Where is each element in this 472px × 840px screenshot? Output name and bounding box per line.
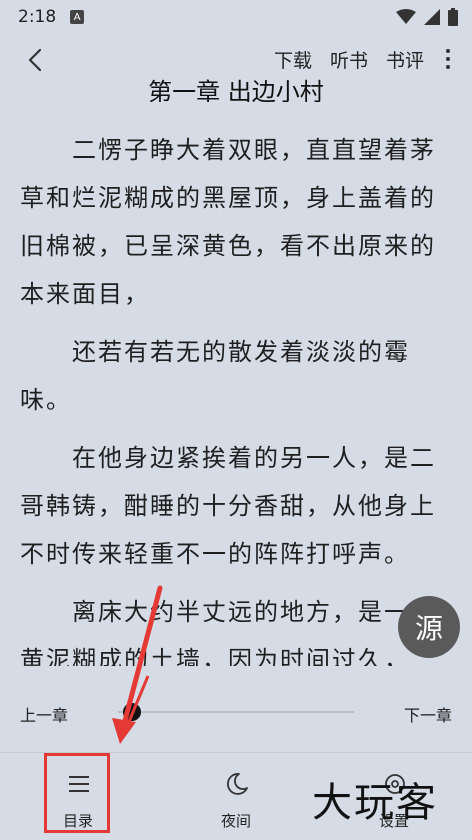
top-actions: 下载 听书 书评 <box>256 44 458 74</box>
reading-content: 二愣子睁大着双眼，直直望着茅草和烂泥糊成的黑屋顶，身上盖着的旧棉被，已呈深黄色，… <box>20 126 452 666</box>
prev-chapter-button[interactable]: 上一章 <box>20 702 68 726</box>
status-time: 2:18 <box>18 7 57 27</box>
wifi-icon <box>396 9 416 24</box>
night-mode-label: 夜间 <box>220 812 251 830</box>
paragraph: 还若有若无的散发着淡淡的霉味。 <box>20 338 410 414</box>
chapter-progress-track[interactable] <box>118 711 354 713</box>
source-button[interactable]: 源 <box>398 596 460 658</box>
paragraph: 离床大约半丈远的地方，是一堵黄泥糊成的土墙，因为时间过久， <box>20 598 436 666</box>
download-button[interactable]: 下载 <box>274 46 312 73</box>
chapter-progress-thumb[interactable] <box>123 703 141 721</box>
status-icons <box>396 8 458 26</box>
moon-icon <box>227 773 248 795</box>
listen-button[interactable]: 听书 <box>330 46 368 73</box>
paragraph: 在他身边紧挨着的另一人，是二哥韩铸，酣睡的十分香甜，从他身上不时传来轻重不一的阵… <box>20 444 436 568</box>
paragraph: 二愣子睁大着双眼，直直望着茅草和烂泥糊成的黑屋顶，身上盖着的旧棉被，已呈深黄色，… <box>20 136 436 308</box>
back-arrow-icon[interactable] <box>22 46 50 74</box>
next-chapter-button[interactable]: 下一章 <box>404 702 452 726</box>
status-bar: 2:18 A <box>0 0 472 34</box>
chapter-nav: 上一章 下一章 <box>0 690 472 734</box>
chapter-title: 第一章 出边小村 <box>148 78 324 102</box>
night-mode-button[interactable]: 夜间 <box>176 753 296 840</box>
watermark: 大玩客 <box>312 780 438 826</box>
notification-badge-icon: A <box>70 10 85 24</box>
toc-button[interactable]: 目录 <box>18 753 138 840</box>
menu-icon <box>69 776 89 792</box>
toc-label: 目录 <box>62 812 93 830</box>
review-button[interactable]: 书评 <box>386 46 424 73</box>
signal-icon <box>424 9 440 25</box>
more-options-icon[interactable] <box>438 44 458 74</box>
battery-icon <box>448 8 458 26</box>
